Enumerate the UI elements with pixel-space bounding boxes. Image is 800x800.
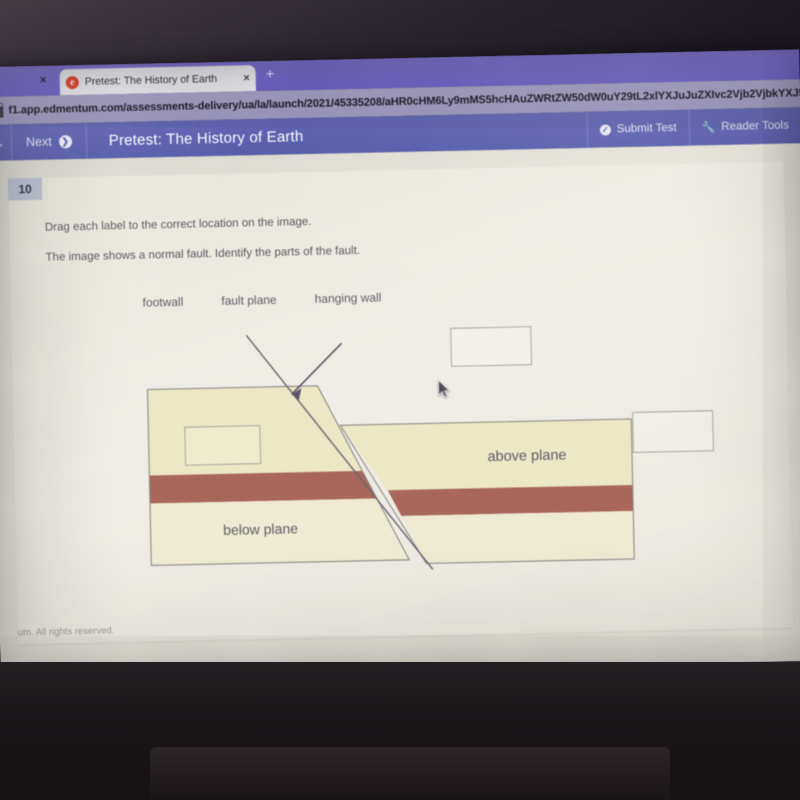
left-block [146,385,411,567]
drop-target-left[interactable] [184,425,262,466]
drag-label-fault-plane[interactable]: fault plane [217,291,281,310]
submit-test-button[interactable]: ✓ Submit Test [586,109,690,148]
new-tab-icon[interactable]: + [265,66,274,83]
laptop-screen: × e Pretest: The History of Earth × + f1… [0,49,800,679]
normal-fault-diagram: below plane above plane [41,312,756,578]
reader-tools-button[interactable]: 🔧 Reader Tools [688,107,800,146]
edmentum-favicon: e [65,75,79,89]
arrow-right-icon: ❯ [58,134,72,148]
assessment-body: 10 Drag each label to the correct locati… [0,143,800,679]
check-circle-icon: ✓ [599,123,611,136]
next-label: Next [25,134,52,150]
right-marker-bed [387,484,634,517]
laptop-base [0,662,800,800]
chevron-down-icon[interactable]: ⌄ [0,135,11,150]
close-icon[interactable]: × [243,72,250,84]
instruction-line-2: The image shows a normal fault. Identify… [45,244,361,264]
wrench-icon: 🔧 [701,121,716,134]
drag-label-hanging-wall[interactable]: hanging wall [310,288,385,308]
keyboard-area [150,747,670,800]
instruction-line-1: Drag each label to the correct location … [44,215,312,234]
draggable-label-bank: footwall fault plane hanging wall [138,288,385,311]
right-lower-layer [401,510,635,564]
above-plane-label: above plane [487,447,566,465]
next-button[interactable]: Next ❯ [10,122,88,161]
laptop-photo: × e Pretest: The History of Earth × + f1… [0,0,800,800]
drag-label-footwall[interactable]: footwall [138,293,187,312]
question-card: 10 Drag each label to the correct locati… [7,161,794,645]
copyright-text: um. All rights reserved. [17,625,115,639]
reader-tools-label: Reader Tools [721,119,790,133]
below-plane-label: below plane [223,520,298,538]
question-number: 10 [7,177,43,201]
submit-test-label: Submit Test [616,121,677,136]
drop-target-fault-plane[interactable] [450,326,533,367]
drop-target-right[interactable] [632,410,714,453]
browser-tab-title: Pretest: The History of Earth [84,72,218,88]
header-actions: ✓ Submit Test 🔧 Reader Tools [586,107,800,148]
left-marker-bed [149,470,377,504]
lock-icon [0,106,4,118]
window-close-icon[interactable]: × [40,73,47,87]
page-title: Pretest: The History of Earth [108,127,304,149]
